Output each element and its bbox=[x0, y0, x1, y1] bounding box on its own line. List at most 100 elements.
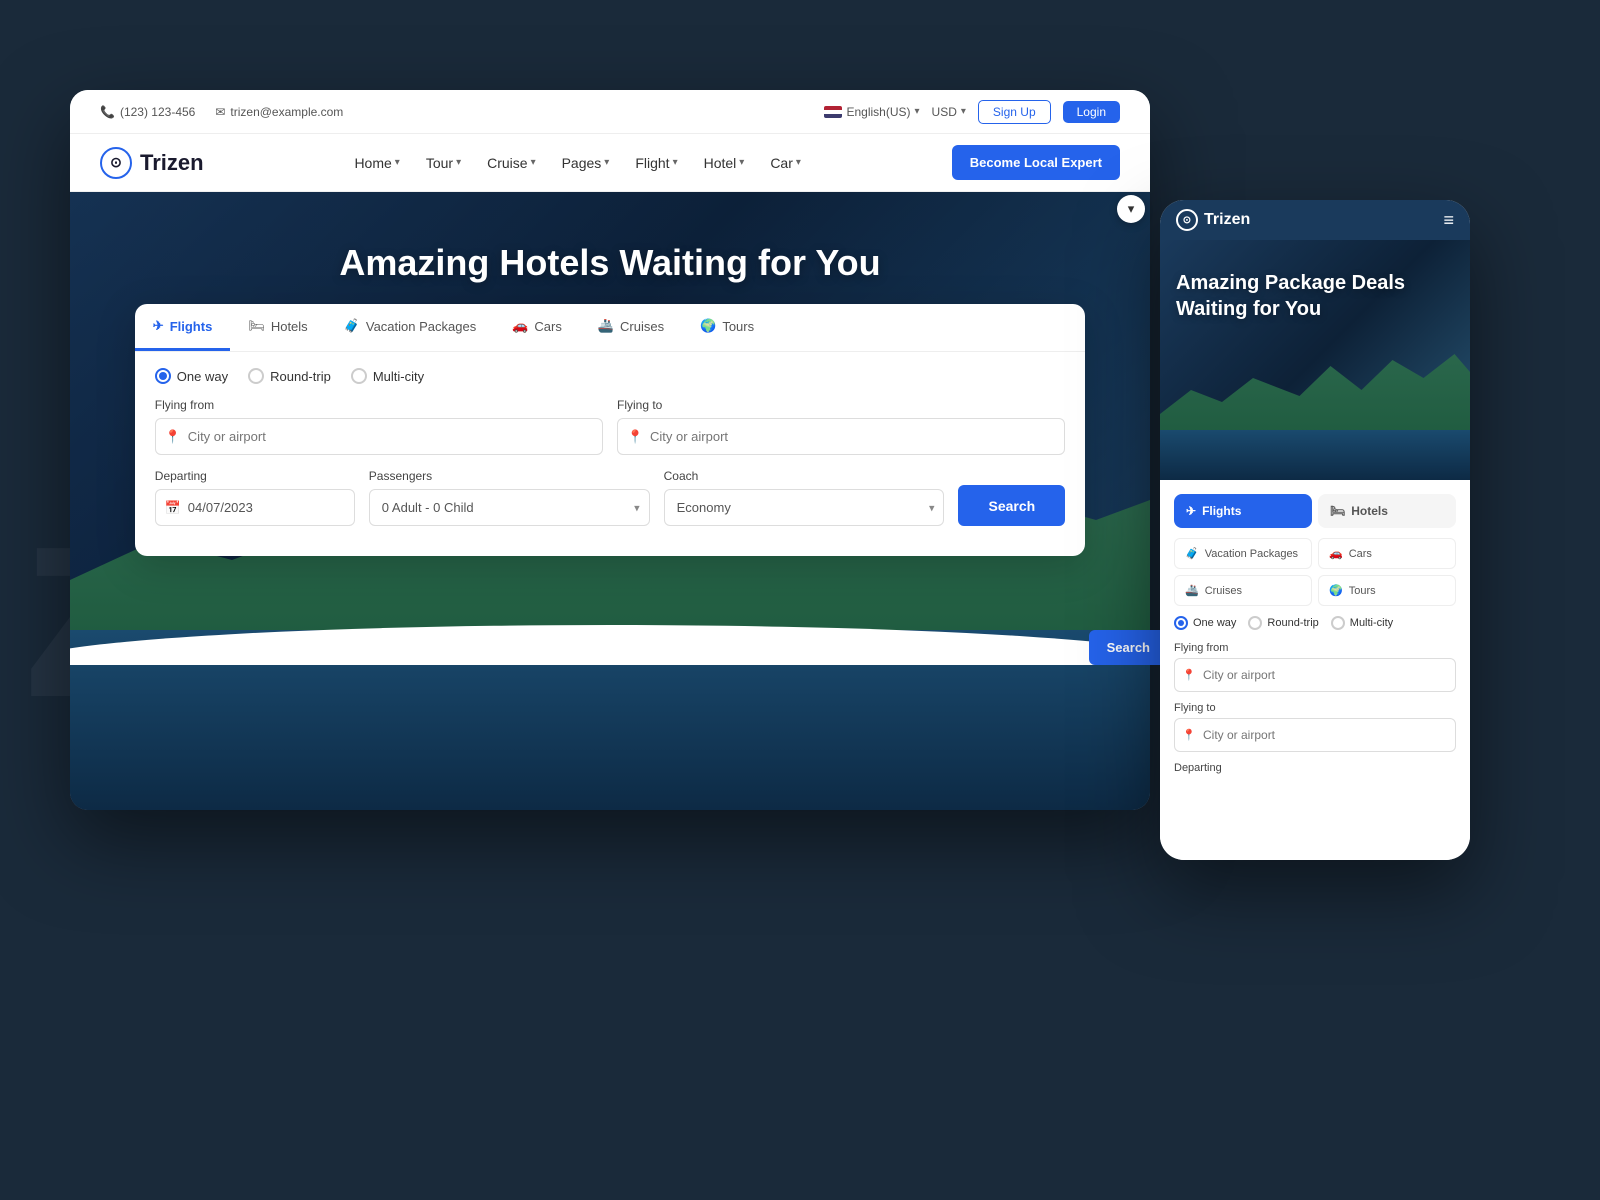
mobile-flying-from: Flying from 📍 bbox=[1174, 642, 1456, 692]
mobile-from-input[interactable] bbox=[1174, 658, 1456, 692]
tab-vacation[interactable]: 🧳 Vacation Packages bbox=[326, 304, 495, 351]
flying-from-input[interactable] bbox=[155, 418, 603, 455]
nav-home-chevron: ▾ bbox=[395, 157, 400, 168]
logo-icon: ⊙ bbox=[100, 147, 132, 179]
logo[interactable]: ⊙ Trizen bbox=[100, 147, 204, 179]
desktop-mockup: 📞 (123) 123-456 ✉ trizen@example.com Eng… bbox=[70, 90, 1150, 810]
mobile-multi-city[interactable]: Multi-city bbox=[1331, 616, 1393, 630]
currency-selector[interactable]: USD ▾ bbox=[932, 105, 966, 119]
mobile-hero-title: Amazing Package Deals Waiting for You bbox=[1160, 240, 1470, 322]
flying-from-group: Flying from 📍 bbox=[155, 398, 603, 455]
mobile-logo-text: Trizen bbox=[1204, 211, 1250, 229]
tab-hotels[interactable]: 🛏 Hotels bbox=[230, 304, 325, 351]
topbar-left: 📞 (123) 123-456 ✉ trizen@example.com bbox=[100, 105, 343, 119]
mobile-tab-hotels[interactable]: 🛏 Hotels bbox=[1318, 494, 1456, 528]
nav-car[interactable]: Car ▾ bbox=[760, 149, 811, 177]
mobile-tab-tours[interactable]: 🌍 Tours bbox=[1318, 575, 1456, 606]
class-wrapper: Economy Business First Class ▾ bbox=[664, 489, 945, 526]
language-label: English(US) bbox=[846, 105, 910, 119]
nav-pages-chevron: ▾ bbox=[604, 157, 609, 168]
one-way-dot bbox=[159, 372, 167, 380]
multi-city-option[interactable]: Multi-city bbox=[351, 368, 424, 384]
class-group: Coach Economy Business First Class ▾ bbox=[664, 469, 945, 526]
nav-cruise-label: Cruise bbox=[487, 155, 527, 171]
class-label: Coach bbox=[664, 469, 945, 483]
lang-chevron: ▾ bbox=[915, 106, 920, 117]
mobile-one-way-label: One way bbox=[1193, 617, 1236, 629]
flying-to-input[interactable] bbox=[617, 418, 1065, 455]
tab-cars[interactable]: 🚗 Cars bbox=[494, 304, 580, 351]
mobile-one-way-radio[interactable] bbox=[1174, 616, 1188, 630]
nav-hotel-label: Hotel bbox=[704, 155, 737, 171]
class-select[interactable]: Economy Business First Class bbox=[664, 489, 945, 526]
nav-home[interactable]: Home ▾ bbox=[344, 149, 409, 177]
mobile-one-way[interactable]: One way bbox=[1174, 616, 1236, 630]
search-box: ✈ Flights 🛏 Hotels 🧳 Vacation Packages 🚗… bbox=[135, 304, 1085, 556]
logo-text: Trizen bbox=[140, 150, 204, 176]
mobile-sub-tabs: 🧳 Vacation Packages 🚗 Cars 🚢 Cruises 🌍 T… bbox=[1174, 538, 1456, 606]
multi-city-radio[interactable] bbox=[351, 368, 367, 384]
flying-to-wrapper: 📍 bbox=[617, 418, 1065, 455]
one-way-label: One way bbox=[177, 369, 228, 384]
mobile-tab-cars[interactable]: 🚗 Cars bbox=[1318, 538, 1456, 569]
hero-title: Amazing Hotels Waiting for You bbox=[70, 192, 1150, 284]
mobile-to-label: Flying to bbox=[1174, 702, 1456, 714]
mobile-logo[interactable]: ⊙ Trizen bbox=[1176, 209, 1250, 231]
mobile-tab-flights[interactable]: ✈ Flights bbox=[1174, 494, 1312, 528]
signup-button[interactable]: Sign Up bbox=[978, 100, 1051, 124]
departing-group: Departing 📅 bbox=[155, 469, 355, 526]
mobile-one-way-dot bbox=[1178, 620, 1184, 626]
flights-label: Flights bbox=[170, 319, 213, 334]
cruises-label: Cruises bbox=[620, 319, 664, 334]
one-way-radio[interactable] bbox=[155, 368, 171, 384]
nav-hotel[interactable]: Hotel ▾ bbox=[694, 149, 755, 177]
mobile-vacation-icon: 🧳 bbox=[1185, 547, 1199, 560]
origin-destination-row: Flying from 📍 Flying to 📍 bbox=[155, 398, 1065, 455]
mobile-to-input[interactable] bbox=[1174, 718, 1456, 752]
currency-label: USD bbox=[932, 105, 957, 119]
become-expert-button[interactable]: Become Local Expert bbox=[952, 145, 1120, 180]
round-trip-radio[interactable] bbox=[248, 368, 264, 384]
mobile-trip-options: One way Round-trip Multi-city bbox=[1174, 616, 1456, 630]
tab-flights[interactable]: ✈ Flights bbox=[135, 304, 231, 351]
phone-icon: 📞 bbox=[100, 105, 115, 119]
flying-to-group: Flying to 📍 bbox=[617, 398, 1065, 455]
mobile-round-radio[interactable] bbox=[1248, 616, 1262, 630]
mobile-logo-icon: ⊙ bbox=[1176, 209, 1198, 231]
nav-flight[interactable]: Flight ▾ bbox=[625, 149, 687, 177]
hotels-tab-icon: 🛏 bbox=[248, 318, 265, 334]
vacation-icon: 🧳 bbox=[344, 318, 360, 334]
mobile-dropdown-chevron[interactable]: ▾ bbox=[1117, 195, 1145, 223]
mobile-multi-label: Multi-city bbox=[1350, 617, 1393, 629]
mobile-hotels-label: Hotels bbox=[1351, 504, 1388, 518]
departing-wrapper: 📅 bbox=[155, 489, 355, 526]
nav-cruise-chevron: ▾ bbox=[531, 157, 536, 168]
search-button[interactable]: Search bbox=[958, 485, 1065, 526]
mobile-hotels-icon: 🛏 bbox=[1330, 504, 1345, 518]
mobile-cars-icon: 🚗 bbox=[1329, 547, 1343, 560]
mobile-from-wrapper: 📍 bbox=[1174, 658, 1456, 692]
round-trip-label: Round-trip bbox=[270, 369, 331, 384]
departing-input[interactable] bbox=[155, 489, 355, 526]
navbar: ⊙ Trizen Home ▾ Tour ▾ Cruise ▾ Pages ▾ … bbox=[70, 134, 1150, 192]
mobile-multi-radio[interactable] bbox=[1331, 616, 1345, 630]
language-selector[interactable]: English(US) ▾ bbox=[824, 105, 919, 119]
nav-pages[interactable]: Pages ▾ bbox=[552, 149, 620, 177]
one-way-option[interactable]: One way bbox=[155, 368, 228, 384]
mobile-tab-vacation[interactable]: 🧳 Vacation Packages bbox=[1174, 538, 1312, 569]
tab-cruises[interactable]: 🚢 Cruises bbox=[580, 304, 682, 351]
nav-tour[interactable]: Tour ▾ bbox=[416, 149, 471, 177]
mobile-hero: Amazing Package Deals Waiting for You bbox=[1160, 240, 1470, 480]
hamburger-menu[interactable]: ≡ bbox=[1443, 210, 1454, 231]
nav-cruise[interactable]: Cruise ▾ bbox=[477, 149, 546, 177]
mobile-round-trip[interactable]: Round-trip bbox=[1248, 616, 1318, 630]
mobile-round-label: Round-trip bbox=[1267, 617, 1318, 629]
cruises-icon: 🚢 bbox=[598, 318, 614, 334]
mobile-cars-label: Cars bbox=[1349, 548, 1372, 560]
passengers-select[interactable]: 0 Adult - 0 Child 1 Adult - 0 Child 2 Ad… bbox=[369, 489, 650, 526]
mobile-tab-cruises[interactable]: 🚢 Cruises bbox=[1174, 575, 1312, 606]
tab-tours[interactable]: 🌍 Tours bbox=[682, 304, 772, 351]
round-trip-option[interactable]: Round-trip bbox=[248, 368, 331, 384]
flying-to-label: Flying to bbox=[617, 398, 1065, 412]
login-button[interactable]: Login bbox=[1063, 101, 1120, 123]
